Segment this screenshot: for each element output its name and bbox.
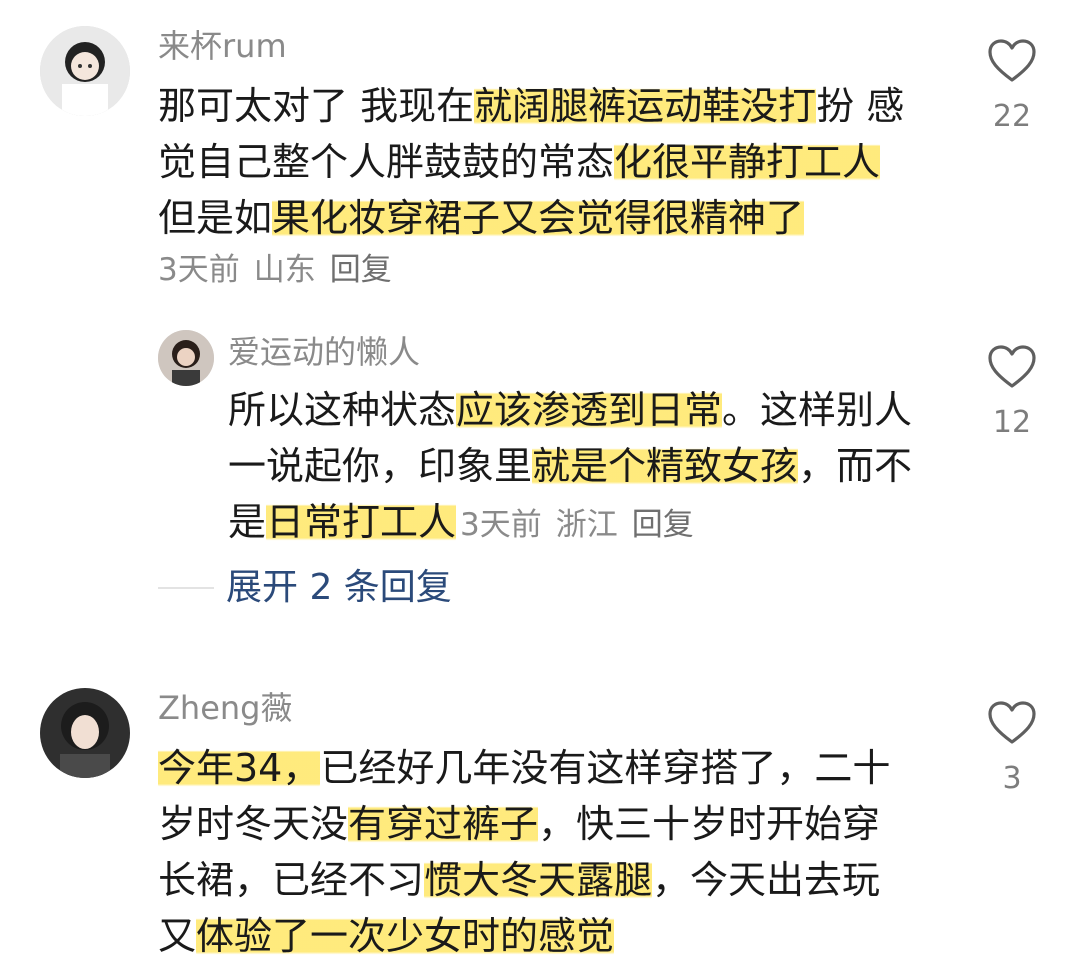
comment-text: 所以这种状态应该渗透到日常。这样别人 一说起你，印象里就是个精致女孩，而不 是日… bbox=[228, 382, 912, 550]
comment-line: 那可太对了 我现在就阔腿裤运动鞋没打扮 感 bbox=[158, 84, 905, 128]
like-count: 12 bbox=[992, 405, 1032, 440]
comment-text: 今年34，已经好几年没有这样穿搭了，二十 岁时冬天没有穿过裤子，快三十岁时开始穿… bbox=[158, 740, 890, 957]
comment-line: 觉自己整个人胖鼓鼓的常态化很平静打工人 bbox=[158, 140, 881, 184]
like-button[interactable]: 3 bbox=[982, 700, 1042, 798]
username[interactable]: Zheng薇 bbox=[158, 688, 293, 728]
like-count: 3 bbox=[1002, 761, 1022, 796]
comment-line: 但是如果化妆穿裙子又会觉得很精神了 bbox=[158, 196, 805, 240]
like-count: 22 bbox=[992, 99, 1032, 134]
comment-line: 又体验了一次少女时的感觉 bbox=[158, 914, 615, 957]
divider bbox=[158, 587, 214, 589]
comment-text: 那可太对了 我现在就阔腿裤运动鞋没打扮 感 觉自己整个人胖鼓鼓的常态化很平静打工… bbox=[158, 78, 904, 246]
comment-line: 一说起你，印象里就是个精致女孩，而不 bbox=[228, 444, 913, 488]
reply-button[interactable]: 回复 bbox=[632, 507, 694, 543]
location: 山东 bbox=[253, 252, 316, 288]
reply-button[interactable]: 回复 bbox=[330, 252, 392, 288]
expand-replies-button[interactable]: 展开 2 条回复 bbox=[226, 566, 452, 610]
username[interactable]: 爱运动的懒人 bbox=[228, 332, 420, 372]
like-button[interactable]: 12 bbox=[982, 344, 1042, 442]
heart-outline-icon bbox=[988, 345, 1036, 388]
username[interactable]: 来杯rum bbox=[158, 26, 287, 66]
location: 浙江 bbox=[555, 507, 618, 543]
avatar[interactable] bbox=[158, 330, 214, 386]
comment-list: 来杯rum 那可太对了 我现在就阔腿裤运动鞋没打扮 感 觉自己整个人胖鼓鼓的常态… bbox=[0, 0, 1080, 957]
timestamp: 3天前 bbox=[158, 252, 240, 288]
comment-line: 今年34，已经好几年没有这样穿搭了，二十 bbox=[158, 746, 891, 790]
timestamp: 3天前 bbox=[460, 507, 542, 543]
comment-line: 岁时冬天没有穿过裤子，快三十岁时开始穿 bbox=[158, 802, 881, 846]
comment-line: 是日常打工人 3天前 浙江 回复 bbox=[228, 494, 912, 550]
heart-outline-icon bbox=[988, 701, 1036, 744]
avatar[interactable] bbox=[40, 26, 130, 116]
comment-meta: 3天前 浙江 回复 bbox=[460, 507, 708, 543]
comment-line: 长裙，已经不习惯大冬天露腿，今天出去玩 bbox=[158, 858, 881, 902]
avatar[interactable] bbox=[40, 688, 130, 778]
comment-line: 所以这种状态应该渗透到日常。这样别人 bbox=[228, 388, 913, 432]
expand-replies-row[interactable]: 展开 2 条回复 bbox=[158, 566, 452, 610]
comment-meta: 3天前 山东 回复 bbox=[158, 250, 406, 290]
heart-outline-icon bbox=[988, 39, 1036, 82]
like-button[interactable]: 22 bbox=[982, 38, 1042, 136]
